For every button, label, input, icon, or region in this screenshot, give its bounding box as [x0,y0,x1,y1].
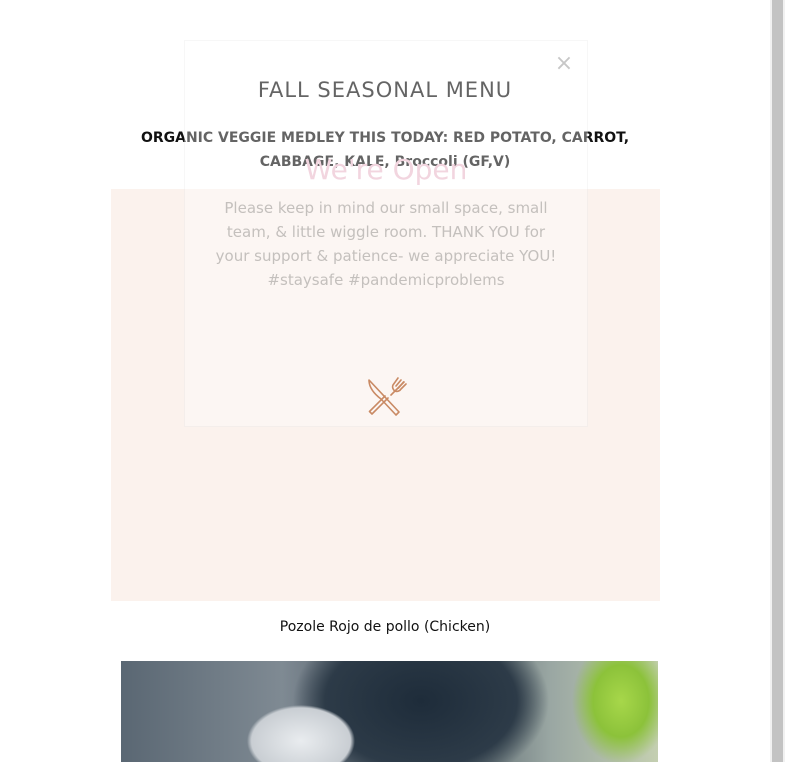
announcement-modal: × We're Open Please keep in mind our sma… [184,40,588,427]
scrollbar-track[interactable] [770,0,785,762]
modal-heading: We're Open [304,153,468,186]
dish-photo [121,661,658,762]
utensils-icon [368,377,407,416]
dish-caption: Pozole Rojo de pollo (Chicken) [279,619,491,635]
scrollbar-thumb[interactable] [772,0,783,762]
close-icon[interactable]: × [553,53,575,75]
modal-body-text: Please keep in mind our small space, sma… [215,199,557,289]
